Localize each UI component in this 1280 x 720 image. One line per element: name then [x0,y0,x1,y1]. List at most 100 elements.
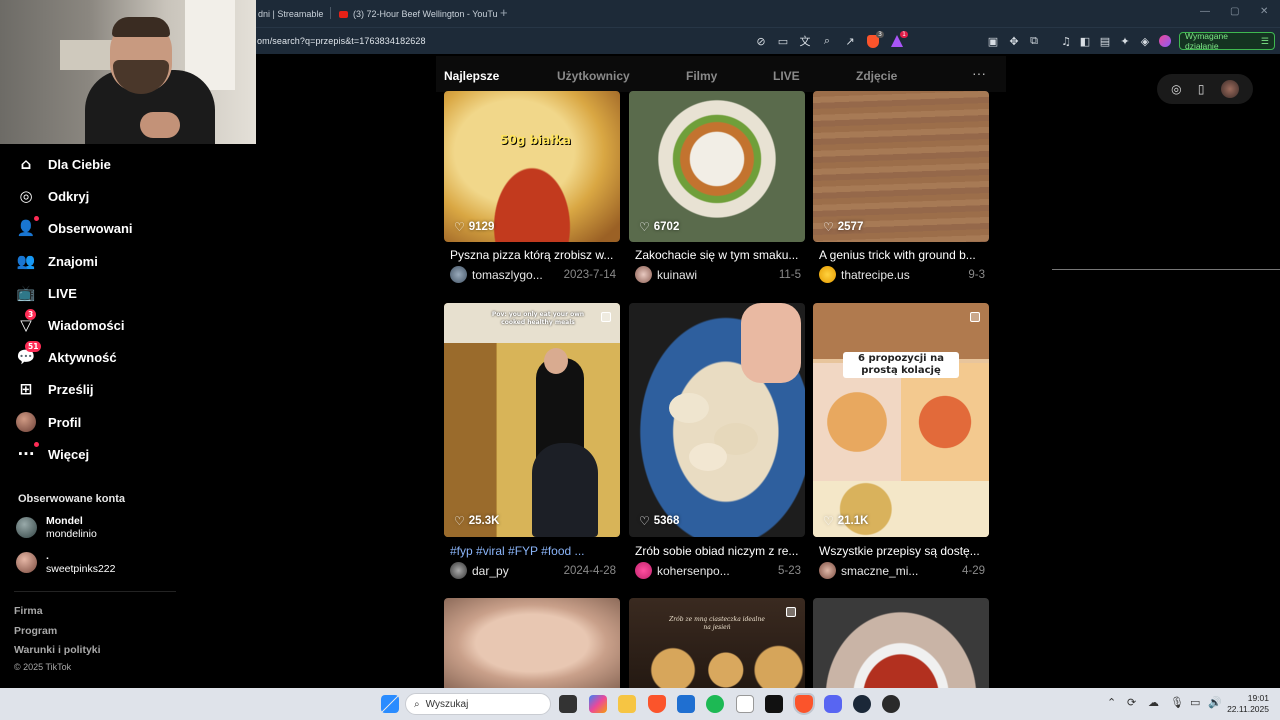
microphone-icon[interactable]: 🎙 [1170,696,1184,709]
author-name[interactable]: kuinawi [657,268,773,282]
video-caption[interactable]: #fyp #viral #FYP #food ... [450,544,616,558]
author-name[interactable]: kohersenpo... [657,564,772,578]
footer-link-terms[interactable]: Warunki i polityki [14,644,101,656]
video-card[interactable]: Pov: you only eat your own cooked health… [444,303,620,583]
video-thumbnail[interactable] [813,598,989,688]
tab-live[interactable]: LIVE [773,69,800,83]
sidebar-item-messages[interactable]: ▽ 3 Wiadomości [16,309,124,335]
author-name[interactable]: thatrecipe.us [841,268,962,282]
video-thumbnail[interactable]: ♡ 5368 [629,303,805,537]
video-card[interactable]: ♡ 6702 Zakochacie się w tym smaku... kuin… [629,91,805,286]
video-thumbnail[interactable]: 50g białka ♡ 9129 [444,91,620,242]
brave-shield-icon[interactable]: 3 [866,31,884,48]
sidebar-item-following[interactable]: 👤 Obserwowani [16,216,133,238]
no-preview-icon[interactable]: ⊘ [754,34,768,48]
video-thumbnail[interactable] [444,598,620,688]
video-caption[interactable]: Pyszna pizza którą zrobisz w... [450,248,616,262]
browser-tab-youtube[interactable]: (3) 72-Hour Beef Wellington - YouTu [339,5,498,23]
tab-top[interactable]: Najlepsze [444,69,499,83]
more-tabs-button[interactable]: ··· [972,65,986,81]
chevron-up-icon[interactable]: ⌃ [1107,696,1116,709]
sidebar-item-profile[interactable]: Profil [16,412,81,432]
video-thumbnail[interactable]: ♡ 6702 [629,91,805,242]
leo-icon[interactable]: ✦ [1118,34,1132,48]
following-account[interactable]: . sweetpinks222 [16,550,115,575]
notepad-icon[interactable] [736,695,754,713]
video-card[interactable]: 50g białka ♡ 9129 Pyszna pizza którą zrob… [444,91,620,286]
nvidia-icon[interactable] [765,695,783,713]
sync-icon[interactable]: ⟳ [1127,696,1136,709]
video-card[interactable]: ♡ 5368 Zrób sobie obiad niczym z re... ko… [629,303,805,583]
following-account[interactable]: Mondel mondelinio [16,515,97,540]
sidebar-item-explore[interactable]: ◎ Odkryj [16,186,89,206]
music-icon[interactable]: ♫ [1059,34,1073,48]
zoom-icon[interactable]: ⌕ [820,34,834,48]
profile-icon[interactable] [1158,34,1172,48]
avatar[interactable] [1220,80,1239,98]
browser-tab[interactable]: dni | Streamable [258,5,323,23]
video-card[interactable] [813,598,989,688]
compass-icon[interactable]: ◎ [1171,82,1181,96]
cloud-icon[interactable]: ☁ [1148,696,1159,709]
video-thumbnail[interactable]: 6 propozycji na prostą kolację ♡ 21.1K [813,303,989,537]
brave-active-icon[interactable] [793,693,815,715]
close-icon[interactable]: ✕ [1260,6,1268,17]
discord-icon[interactable] [824,695,842,713]
video-thumbnail[interactable]: ♡ 2577 [813,91,989,242]
required-action-button[interactable]: Wymagane działanie ☰ [1179,31,1275,51]
video-caption[interactable]: Zakochacie się w tym smaku... [635,248,801,262]
steam-icon[interactable] [853,695,871,713]
maximize-icon[interactable]: ▢ [1230,6,1239,17]
share-icon[interactable]: ↗ [843,34,857,48]
video-caption[interactable]: Zrób sobie obiad niczym z re... [635,544,801,558]
phone-icon[interactable]: ▯ [1198,82,1205,96]
sidebar-item-live[interactable]: 📺 LIVE [16,283,77,303]
video-card[interactable]: 6 propozycji na prostą kolację ♡ 21.1K Ws… [813,303,989,583]
url-field[interactable]: om/search?q=przepis&t=1763834182628 [257,36,426,46]
video-caption[interactable]: A genius trick with ground b... [819,248,985,262]
extension-icon[interactable]: ▣ [986,34,1000,48]
sidebar-item-upload[interactable]: ⊞ Prześlij [16,379,94,399]
clock[interactable]: 19:01 22.11.2025 [1225,693,1269,715]
spotify-icon[interactable] [706,695,724,713]
obs-icon[interactable] [882,695,900,713]
author-name[interactable]: dar_py [472,564,558,578]
footer-link-company[interactable]: Firma [14,605,43,617]
video-thumbnail[interactable]: Zrób ze mną ciasteczka idealne na jesień [629,598,805,688]
video-card[interactable]: ♡ 2577 A genius trick with ground b... th… [813,91,989,286]
translate-icon[interactable]: 文 [798,34,812,48]
tab-photos[interactable]: Zdjęcie [856,69,897,83]
sidebar-item-more[interactable]: ··· Więcej [16,442,89,464]
copilot-icon[interactable] [589,695,607,713]
puzzle-icon[interactable]: ✥ [1007,34,1021,48]
vpn-icon[interactable]: ◈ [1138,34,1152,48]
video-caption[interactable]: Wszystkie przepisy są dostę... [819,544,985,558]
tab-videos[interactable]: Filmy [686,69,717,83]
author-name[interactable]: tomaszlygo... [472,268,558,282]
author-name[interactable]: smaczne_mi... [841,564,956,578]
volume-icon[interactable]: 🔊 [1208,696,1222,709]
multi-photo-icon [786,607,796,617]
task-view-icon[interactable] [559,695,577,713]
folder-icon[interactable] [618,695,636,713]
minimize-icon[interactable]: — [1200,6,1210,17]
rewards-icon[interactable]: 1 [890,31,908,48]
brave-icon[interactable] [648,695,666,713]
reader-mode-icon[interactable]: ▭ [776,34,790,48]
tab-users[interactable]: Użytkownicy [557,69,630,83]
screenshot-icon[interactable]: ⧉ [1027,34,1041,48]
wallet-icon[interactable]: ▤ [1098,34,1112,48]
taskbar-search[interactable]: ⌕ Wyszukaj [405,693,551,715]
footer-link-program[interactable]: Program [14,625,57,637]
video-thumbnail[interactable]: Pov: you only eat your own cooked health… [444,303,620,537]
sidebar-toggle-icon[interactable]: ◧ [1078,34,1092,48]
start-icon[interactable] [381,695,399,713]
network-icon[interactable]: ▭ [1190,696,1200,709]
sidebar-item-for-you[interactable]: ⌂ Dla Ciebie [16,154,111,174]
video-card[interactable] [444,598,620,688]
sidebar-item-friends[interactable]: 👥 Znajomi [16,251,98,271]
video-card[interactable]: Zrób ze mną ciasteczka idealne na jesień [629,598,805,688]
new-tab-button[interactable]: + [500,5,508,20]
sidebar-item-activity[interactable]: 💬 51 Aktywność [16,341,117,367]
store-icon[interactable] [677,695,695,713]
